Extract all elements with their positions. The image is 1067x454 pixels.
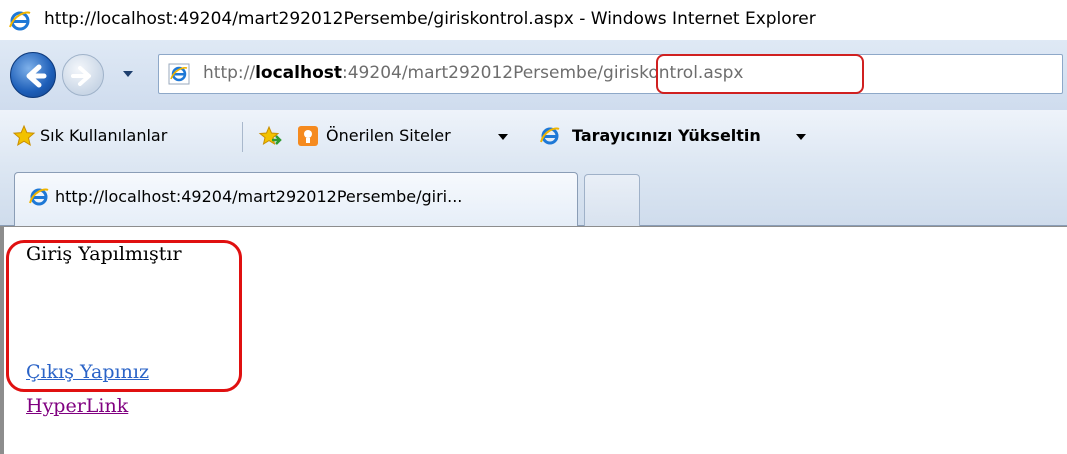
- favorites-bar: Sık Kullanılanlar Önerilen Siteler Taray…: [0, 110, 1067, 164]
- suggested-sites-icon: [298, 126, 318, 146]
- url-highlight-box: [656, 54, 864, 94]
- toolbar-separator: [242, 122, 243, 152]
- ie-page-icon: [168, 63, 190, 85]
- hyperlink[interactable]: HyperLink: [26, 395, 128, 417]
- suggested-sites-button[interactable]: Önerilen Siteler: [326, 126, 451, 145]
- ie-page-icon: [29, 188, 49, 206]
- content-highlight-box: [6, 240, 242, 392]
- tab-active[interactable]: http://localhost:49204/mart292012Persemb…: [14, 172, 578, 226]
- url-scheme: http://: [203, 63, 256, 83]
- window-title: http://localhost:49204/mart292012Persemb…: [44, 9, 816, 29]
- recent-pages-chevron-icon[interactable]: [120, 66, 136, 82]
- add-to-favorites-icon[interactable]: [258, 124, 282, 148]
- window-titlebar: http://localhost:49204/mart292012Persemb…: [0, 0, 1067, 40]
- ie-logo-icon: [9, 11, 31, 31]
- back-button[interactable]: [10, 52, 56, 98]
- suggested-sites-chevron-icon[interactable]: [498, 134, 508, 140]
- upgrade-browser-chevron-icon[interactable]: [796, 134, 806, 140]
- upgrade-browser-button[interactable]: Tarayıcınızı Yükseltin: [572, 126, 761, 145]
- forward-button[interactable]: [62, 54, 104, 96]
- favorites-star-icon[interactable]: [12, 124, 36, 148]
- url-host: localhost: [255, 63, 343, 83]
- tab-strip: http://localhost:49204/mart292012Persemb…: [0, 164, 1067, 226]
- favorites-button[interactable]: Sık Kullanılanlar: [40, 126, 167, 145]
- tab-label: http://localhost:49204/mart292012Persemb…: [55, 187, 463, 206]
- arrow-left-icon: [26, 64, 47, 88]
- navigation-bar: http://localhost:49204/mart292012Persemb…: [0, 40, 1067, 110]
- new-tab-button[interactable]: [584, 174, 640, 226]
- arrow-right-icon: [71, 66, 91, 86]
- ie-upgrade-icon: [540, 127, 560, 145]
- address-bar[interactable]: http://localhost:49204/mart292012Persemb…: [158, 54, 1063, 94]
